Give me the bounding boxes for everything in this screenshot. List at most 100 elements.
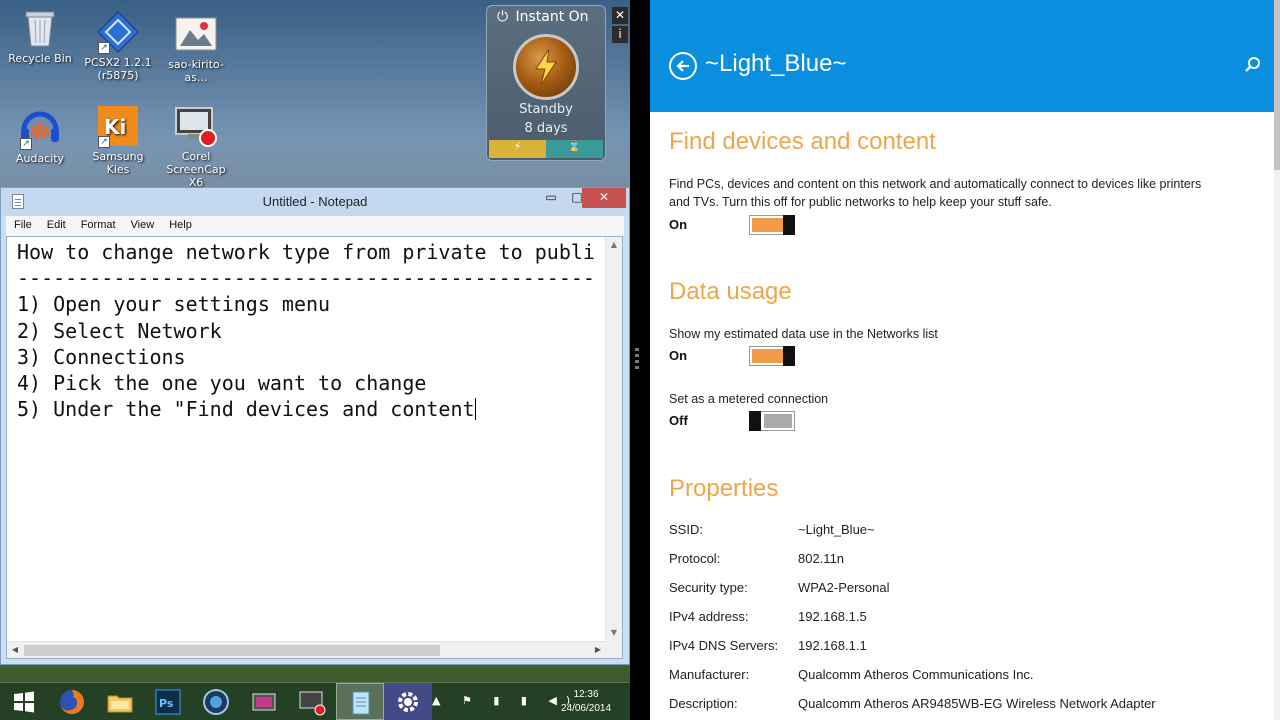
horizontal-scrollbar[interactable]: ◀ ▶ [7,641,606,658]
text-line: 1) Open your settings menu [17,292,331,317]
desktop-icon-pcsx2[interactable]: ↗ PCSX2 1.2.1 (r5875) [80,10,156,82]
property-value: Qualcomm Atheros Communications Inc. [798,667,1034,682]
toggle-knob [783,215,795,235]
snap-splitter[interactable] [630,0,650,720]
gadget-duration: 8 days [524,121,568,136]
gadget-title: ⏻ Instant On [497,9,589,25]
scroll-down-icon[interactable]: ▼ [606,625,622,641]
menu-help[interactable]: Help [161,216,199,236]
photoshop-icon: Ps [155,689,181,715]
scroll-thumb[interactable] [1274,0,1280,170]
property-value: 802.11n [798,551,845,566]
notepad-titlebar[interactable]: Untitled - Notepad ▭ □ ✕ [1,188,629,216]
firefox-icon [60,690,84,714]
settings-icon [398,692,418,712]
metered-connection-toggle[interactable] [749,411,795,431]
instant-on-gadget[interactable]: ⏻ Instant On Standby 8 days ⚡ ⌛ [486,5,606,161]
back-button[interactable] [669,52,697,80]
gadget-info-button[interactable]: i [612,26,628,43]
gadget-mode-bar: ⚡ ⌛ [489,140,603,158]
clock[interactable]: 12:36 24/06/2014 [556,688,616,716]
menu-format[interactable]: Format [73,216,123,236]
text-line: ----------------------------------------… [17,266,595,291]
power-mode-icon[interactable]: ⚡ [489,140,546,158]
pcsx2-icon: ↗ [96,10,140,54]
shortcut-arrow-icon: ↗ [20,138,32,150]
desktop-icon-label: Audacity [15,152,65,165]
show-data-use-toggle[interactable] [749,346,795,366]
recycle-bin-icon [18,6,62,50]
desktop-icon-recycle-bin[interactable]: Recycle Bin [2,6,78,65]
find-devices-description: Find PCs, devices and content on this ne… [669,177,1202,209]
start-button[interactable] [0,683,48,720]
shortcut-arrow-icon: ↗ [98,136,110,148]
metered-connection-state: Off [669,413,688,428]
menu-edit[interactable]: Edit [39,216,73,236]
notepad-text-area[interactable]: How to change network type from private … [6,236,623,659]
taskbar-photoshop[interactable]: Ps [144,683,192,720]
text-line: 2) Select Network [17,318,222,343]
shortcut-arrow-icon: ↗ [98,42,110,54]
hourglass-icon[interactable]: ⌛ [546,140,603,158]
property-key: Protocol: [669,551,721,566]
network-name-title: ~Light_Blue~ [705,50,847,77]
desktop-icon-label: Corel ScreenCap X6 [166,150,226,189]
property-value: 192.168.1.5 [798,609,867,624]
property-key: Security type: [669,580,748,595]
scroll-up-icon[interactable]: ▲ [606,237,622,253]
text-line: How to change network type from private … [17,240,595,264]
desktop-icon-samsung-kies[interactable]: Ki ↗ Samsung Kies [80,104,156,176]
text-line: 4) Pick the one you want to change [17,371,427,396]
desktop-icon-label: PCSX2 1.2.1 (r5875) [84,56,152,82]
find-devices-toggle[interactable] [749,215,795,235]
scroll-right-icon[interactable]: ▶ [590,642,606,658]
taskbar-video-editor[interactable] [240,683,288,720]
settings-scrollbar[interactable] [1274,0,1280,720]
desktop-icon-image[interactable]: sao-kirito-as... [158,12,234,84]
desktop-icon-label: Samsung Kies [92,150,144,176]
scroll-thumb[interactable] [24,645,440,656]
taskbar-firefox[interactable] [48,683,96,720]
taskbar-explorer[interactable] [96,683,144,720]
desktop-icon-corel-screencap[interactable]: Corel ScreenCap X6 [158,104,234,189]
vertical-scrollbar[interactable]: ▲ ▼ [605,237,622,641]
taskbar-settings[interactable] [384,683,432,720]
file-explorer-icon [107,695,133,713]
document-text[interactable]: How to change network type from private … [17,239,607,639]
search-icon[interactable] [1244,56,1262,74]
clock-date: 24/06/2014 [560,703,612,714]
text-line-current: 5) Under the "Find devices and content [17,397,476,422]
menu-file[interactable]: File [6,216,39,236]
minimize-button[interactable]: ▭ [538,188,564,208]
image-file-icon [174,12,218,56]
back-arrow-icon [676,60,689,72]
toggle-knob [783,346,795,366]
desktop-icon-audacity[interactable]: ↗ Audacity [2,106,78,165]
splitter-grip-icon[interactable] [635,348,639,372]
find-devices-heading: Find devices and content [669,128,936,155]
lightning-bolt-icon [535,49,557,85]
text-line: 3) Connections [17,344,186,369]
data-usage-heading: Data usage [669,278,792,305]
system-tray: ▲ ⚑ ▮ ▮ ◀) 12:36 24/06/2014 [432,683,630,720]
property-key: Description: [669,696,738,711]
taskbar-screencap[interactable] [288,683,336,720]
taskbar-app[interactable] [192,683,240,720]
menu-view[interactable]: View [123,216,162,236]
taskbar-notepad[interactable] [336,683,384,720]
desktop-icon-label: sao-kirito-as... [168,58,224,84]
audacity-icon: ↗ [18,106,62,150]
desktop-icon-label: Recycle Bin [8,52,72,65]
notepad-icon [352,691,370,715]
settings-header: ~Light_Blue~ [650,0,1274,112]
close-button[interactable]: ✕ [582,188,626,208]
video-editor-icon [252,693,276,711]
text-caret [474,398,476,421]
standby-button[interactable] [513,34,579,100]
scroll-left-icon[interactable]: ◀ [7,642,23,658]
clock-time: 12:36 [573,689,599,700]
property-value: Qualcomm Atheros AR9485WB-EG Wireless Ne… [798,696,1156,711]
gadget-close-button[interactable]: ✕ [612,7,628,24]
samsung-kies-icon: Ki ↗ [96,104,140,148]
desktop: Recycle Bin ↗ PCSX2 1.2.1 (r5875) sao-ki… [0,0,630,682]
